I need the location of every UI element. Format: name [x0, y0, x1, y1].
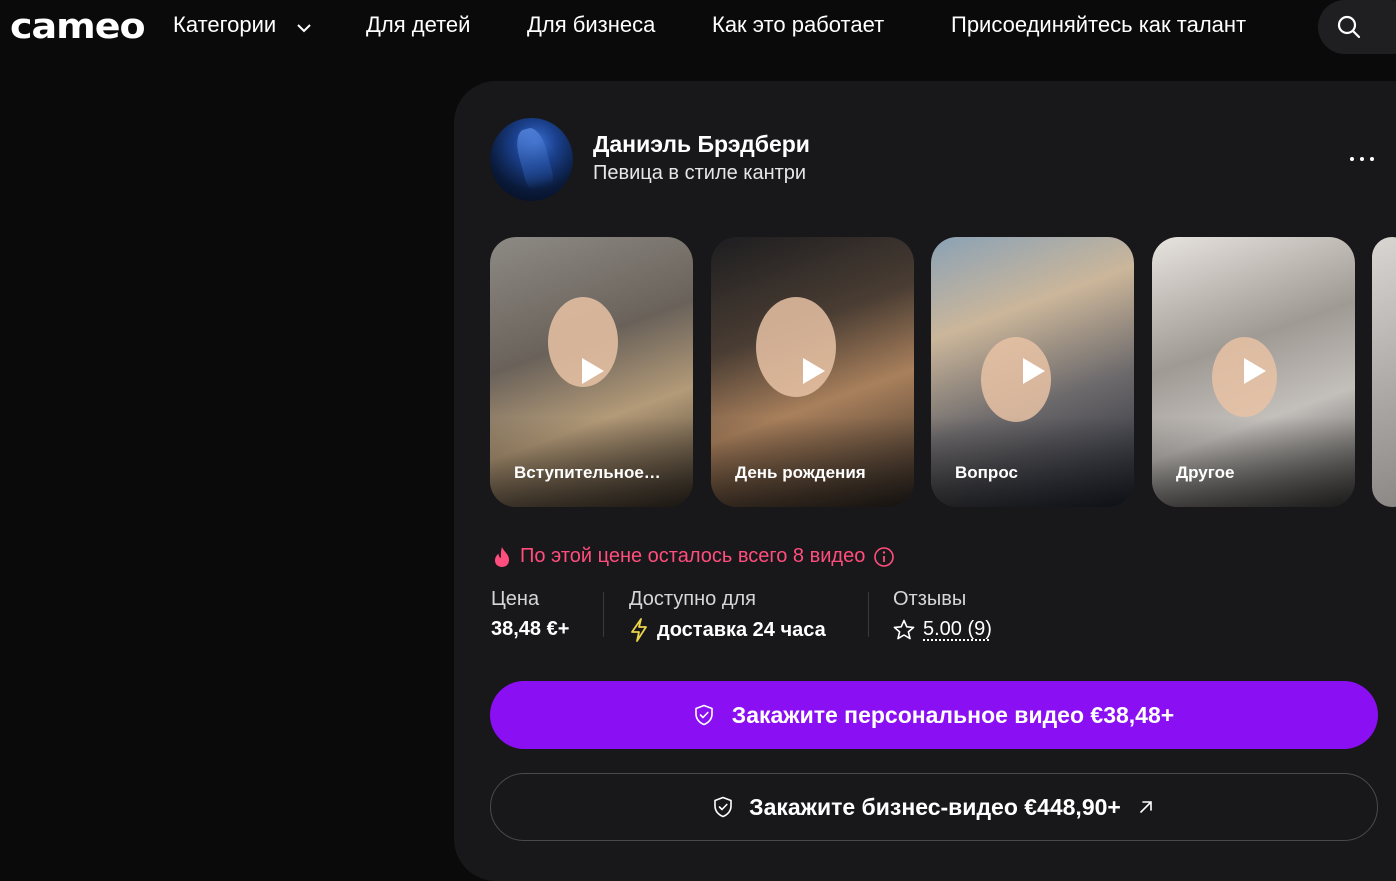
- nav-categories[interactable]: Категории: [173, 12, 312, 39]
- arrow-up-right-icon: [1140, 801, 1152, 813]
- info-icon[interactable]: [873, 546, 895, 568]
- price-value: 38,48 €+: [491, 618, 569, 641]
- delivery-text: доставка 24 часа: [657, 618, 826, 641]
- video-tile-partial[interactable]: [1372, 237, 1396, 507]
- search-button[interactable]: [1318, 0, 1396, 54]
- video-label: Другое: [1176, 463, 1235, 482]
- talent-role: Певица в стиле кантри: [593, 162, 807, 184]
- stat-divider: [603, 592, 604, 637]
- play-icon: [582, 358, 604, 384]
- lightning-icon: [631, 618, 647, 642]
- chevron-down-icon: [296, 13, 312, 39]
- flame-icon: [495, 546, 509, 567]
- play-icon: [1023, 358, 1045, 384]
- avatar[interactable]: [490, 118, 573, 201]
- play-icon: [1244, 358, 1266, 384]
- stat-divider: [868, 592, 869, 637]
- video-tile-question[interactable]: Вопрос: [931, 237, 1134, 507]
- star-icon: [893, 619, 915, 639]
- availability-value: доставка 24 часа: [629, 618, 826, 642]
- video-label: Вопрос: [955, 463, 1018, 482]
- reviews-value: 5.00 (9): [893, 618, 992, 641]
- shield-check-icon: [714, 796, 732, 818]
- order-business-label: Закажите бизнес-видео €448,90+: [749, 793, 1121, 820]
- reviews-label: Отзывы: [893, 588, 967, 610]
- top-navigation: cameo Категории Для детей Для бизнеса Ка…: [0, 0, 1396, 54]
- scarcity-notice: По этой цене осталось всего 8 видео: [492, 545, 895, 568]
- search-icon: [1337, 15, 1361, 39]
- cameo-logo[interactable]: cameo: [10, 6, 146, 46]
- price-amount: 38,48 €+: [491, 618, 570, 640]
- order-personal-label: Закажите персональное видео €38,48+: [731, 701, 1175, 728]
- nav-join-as-talent[interactable]: Присоединяйтесь как талант: [951, 12, 1246, 38]
- video-tile-other[interactable]: Другое: [1152, 237, 1355, 507]
- scarcity-text: По этой цене осталось всего 8 видео: [520, 545, 866, 567]
- talent-name[interactable]: Даниэль Брэдбери: [593, 131, 810, 158]
- video-label: День рождения: [735, 463, 866, 482]
- video-tile-birthday[interactable]: День рождения: [711, 237, 914, 507]
- availability-label: Доступно для: [629, 588, 757, 610]
- reviews-link[interactable]: 5.00 (9): [923, 618, 992, 641]
- order-personal-video-button[interactable]: Закажите персональное видео €38,48+: [490, 681, 1378, 749]
- nav-how-it-works[interactable]: Как это работает: [712, 12, 884, 38]
- price-label: Цена: [491, 588, 540, 610]
- shield-check-icon: [694, 704, 713, 726]
- nav-categories-label: Категории: [173, 12, 277, 37]
- play-icon: [803, 358, 825, 384]
- nav-business[interactable]: Для бизнеса: [527, 12, 655, 38]
- video-label: Вступительное…: [514, 463, 661, 482]
- nav-kids[interactable]: Для детей: [366, 12, 470, 38]
- order-business-video-button[interactable]: Закажите бизнес-видео €448,90+: [490, 773, 1378, 841]
- video-tile-intro[interactable]: Вступительное…: [490, 237, 693, 507]
- more-options-icon[interactable]: [1350, 148, 1374, 168]
